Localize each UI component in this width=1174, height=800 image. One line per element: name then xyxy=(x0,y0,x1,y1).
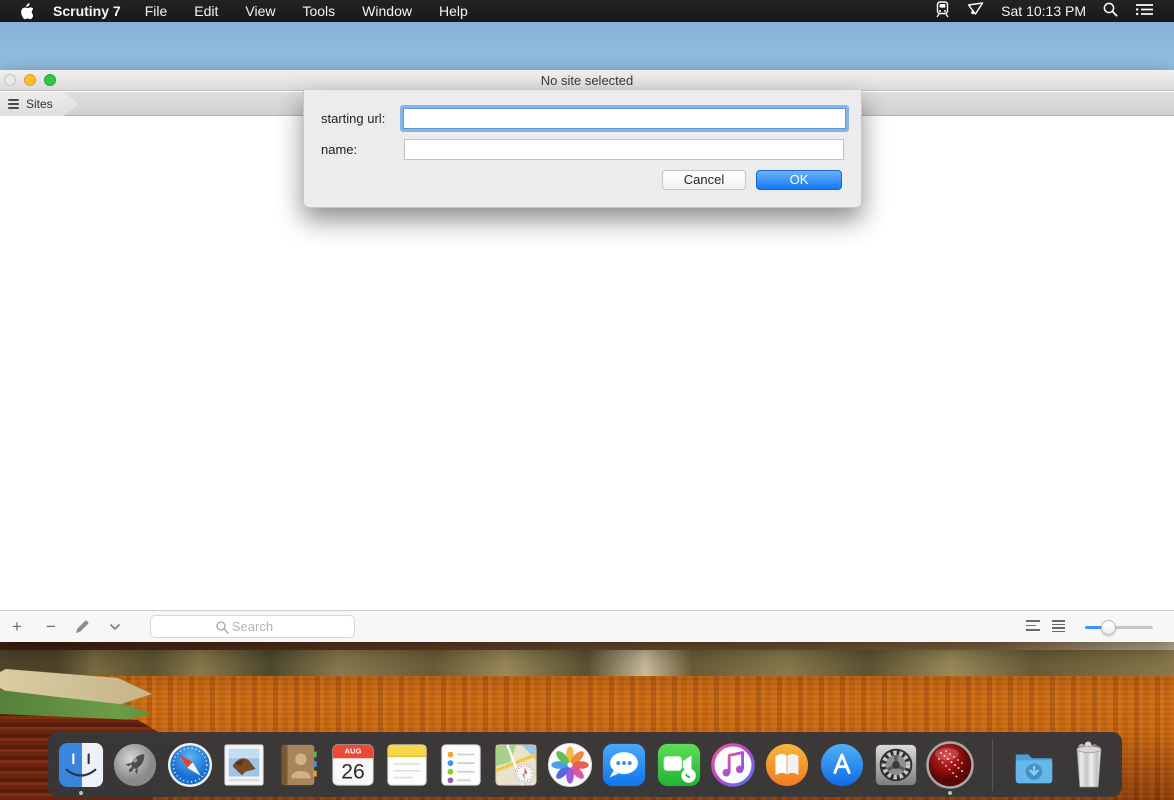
dock-item-photos[interactable] xyxy=(543,732,597,797)
downloads-folder-icon xyxy=(1010,742,1058,788)
app-store-icon xyxy=(819,742,865,788)
dock-item-facetime[interactable] xyxy=(652,732,706,797)
running-indicator xyxy=(79,791,83,795)
dock-item-system-preferences[interactable] xyxy=(869,732,923,797)
ok-button[interactable]: OK xyxy=(756,170,842,190)
dock-item-maps[interactable] xyxy=(489,732,543,797)
notes-icon xyxy=(384,742,430,788)
dock-item-trash[interactable] xyxy=(1062,732,1116,797)
maps-icon xyxy=(493,742,539,788)
reminders-icon xyxy=(438,742,484,788)
row-size-large-icon[interactable] xyxy=(1052,620,1065,632)
paper-plane-icon[interactable] xyxy=(967,2,984,20)
dock-item-safari[interactable] xyxy=(163,732,217,797)
apple-icon xyxy=(19,3,33,20)
menu-edit[interactable]: Edit xyxy=(194,3,218,19)
name-input[interactable] xyxy=(404,139,844,160)
desktop: Scrutiny 7 File Edit View Tools Window H… xyxy=(0,0,1174,800)
apple-menu[interactable] xyxy=(19,3,33,20)
messages-icon xyxy=(601,742,647,788)
ibooks-icon xyxy=(764,742,810,788)
dock-item-finder[interactable] xyxy=(54,732,108,797)
dock-item-downloads[interactable] xyxy=(1007,732,1061,797)
dock-item-contacts[interactable] xyxy=(271,732,325,797)
add-site-button[interactable]: + xyxy=(8,611,26,642)
name-label: name: xyxy=(321,142,357,157)
mail-icon xyxy=(221,742,267,788)
menu-file[interactable]: File xyxy=(145,3,168,19)
slider-thumb[interactable] xyxy=(1101,620,1116,635)
dock-separator xyxy=(978,732,1008,797)
starting-url-input[interactable] xyxy=(403,108,846,129)
wallpaper-shrubs xyxy=(0,650,1174,677)
icon-size-slider[interactable] xyxy=(1085,619,1153,635)
svg-text:26: 26 xyxy=(341,760,364,783)
starting-url-label: starting url: xyxy=(321,111,385,126)
running-indicator xyxy=(948,791,952,795)
dock-item-messages[interactable] xyxy=(597,732,651,797)
dock-item-notes[interactable] xyxy=(380,732,434,797)
cancel-button[interactable]: Cancel xyxy=(662,170,746,190)
facetime-icon xyxy=(656,742,702,788)
spotlight-icon[interactable] xyxy=(1103,2,1118,20)
dock-item-launchpad[interactable] xyxy=(108,732,162,797)
dock-item-calendar[interactable]: AUG 26 xyxy=(326,732,380,797)
action-chevron-button[interactable] xyxy=(106,611,124,642)
trash-full-icon xyxy=(1067,741,1111,789)
train-icon[interactable] xyxy=(935,1,950,21)
svg-text:AUG: AUG xyxy=(344,746,361,755)
pencil-icon xyxy=(74,619,90,635)
system-preferences-icon xyxy=(873,742,919,788)
dock-item-mail[interactable] xyxy=(217,732,271,797)
minimize-button[interactable] xyxy=(24,74,36,86)
search-input[interactable] xyxy=(151,616,354,637)
edit-pencil-button[interactable] xyxy=(72,611,92,642)
new-site-dialog: starting url: name: Cancel OK xyxy=(303,90,862,208)
search-field-container xyxy=(150,615,355,638)
hamburger-icon xyxy=(8,99,19,109)
dock-item-scrutiny[interactable] xyxy=(923,732,977,797)
itunes-icon xyxy=(710,742,756,788)
menu-tools[interactable]: Tools xyxy=(302,3,335,19)
menu-view[interactable]: View xyxy=(245,3,275,19)
calendar-icon: AUG 26 xyxy=(330,742,376,788)
row-size-small-icon[interactable] xyxy=(1026,620,1040,631)
scrutiny-icon xyxy=(926,741,974,789)
menu-bar: Scrutiny 7 File Edit View Tools Window H… xyxy=(0,0,1174,22)
wallpaper-sky xyxy=(0,22,1174,70)
title-bar: No site selected xyxy=(0,70,1174,91)
finder-icon xyxy=(58,742,104,788)
breadcrumb-sites-tab[interactable]: Sites xyxy=(0,92,80,116)
dock-item-reminders[interactable] xyxy=(434,732,488,797)
menu-help[interactable]: Help xyxy=(439,3,468,19)
menu-bar-clock[interactable]: Sat 10:13 PM xyxy=(1001,3,1086,19)
breadcrumb-label: Sites xyxy=(26,97,53,111)
dock-item-itunes[interactable] xyxy=(706,732,760,797)
chevron-down-icon xyxy=(110,624,120,630)
window-title: No site selected xyxy=(0,70,1174,91)
zoom-button[interactable] xyxy=(44,74,56,86)
photos-icon xyxy=(547,742,593,788)
dock: AUG 26 xyxy=(48,732,1122,797)
close-button[interactable] xyxy=(4,74,16,86)
menu-window[interactable]: Window xyxy=(362,3,412,19)
app-menu-title[interactable]: Scrutiny 7 xyxy=(53,3,121,19)
scrutiny-window: No site selected Sites + − xyxy=(0,70,1174,642)
safari-icon xyxy=(167,742,213,788)
contacts-icon xyxy=(275,742,321,788)
notification-center-icon[interactable] xyxy=(1135,3,1154,19)
remove-site-button[interactable]: − xyxy=(42,611,60,642)
launchpad-icon xyxy=(112,742,158,788)
dock-item-ibooks[interactable] xyxy=(760,732,814,797)
dock-item-app-store[interactable] xyxy=(815,732,869,797)
bottom-toolbar: + − xyxy=(0,610,1174,642)
